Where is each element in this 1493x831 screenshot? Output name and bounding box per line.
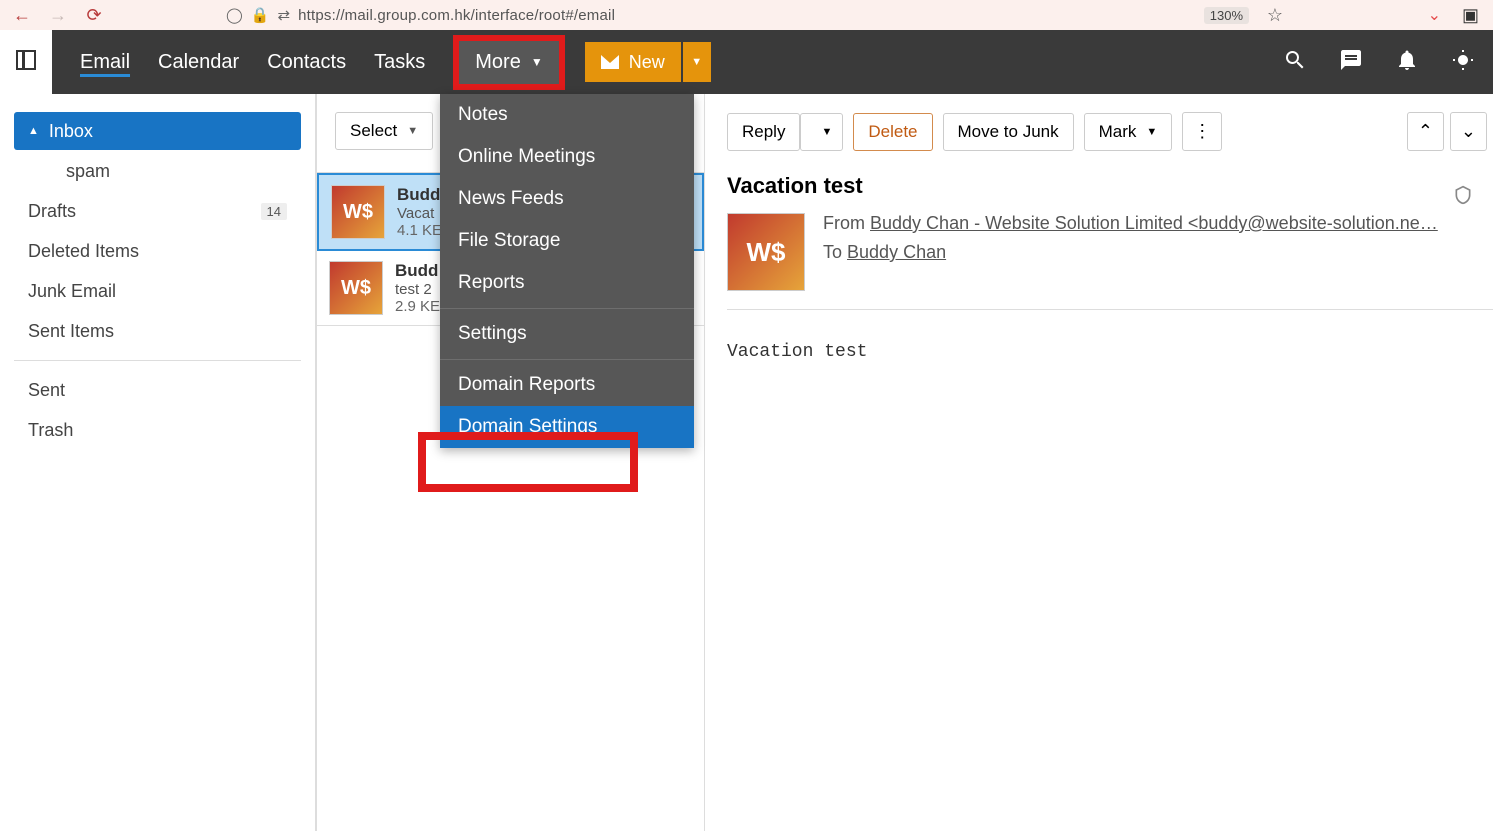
from-label: From (823, 213, 865, 233)
folder-label: spam (66, 161, 110, 182)
list-subject: test 2 (395, 281, 440, 298)
reply-button[interactable]: Reply (727, 113, 800, 151)
bell-icon[interactable] (1395, 48, 1419, 77)
more-dropdown: Notes Online Meetings News Feeds File St… (440, 94, 694, 448)
more-actions-button[interactable]: ⋮ (1182, 112, 1222, 151)
message-toolbar: Reply ▼ Delete Move to Junk Mark▼ ⋮ ⌃ ⌄ (727, 112, 1493, 151)
to-label: To (823, 242, 842, 262)
address-bar[interactable]: ◯ 🔒 ⇄ https://mail.group.com.hk/interfac… (226, 6, 615, 24)
folder-count: 14 (261, 203, 287, 220)
shield-icon: ◯ (226, 6, 243, 24)
folder-sidebar: ▲ Inbox spam Drafts 14 Deleted Items Jun… (0, 94, 315, 831)
folder-label: Drafts (28, 201, 76, 222)
permissions-icon: ⇄ (277, 6, 290, 24)
envelope-icon (601, 55, 619, 69)
list-from: Budd (395, 261, 440, 281)
caret-down-icon: ▼ (821, 126, 832, 138)
list-size: 2.9 KE (395, 298, 440, 315)
folder-drafts[interactable]: Drafts 14 (14, 192, 301, 230)
folder-junk[interactable]: Junk Email (14, 272, 301, 310)
select-button[interactable]: Select ▼ (335, 112, 433, 150)
header-icons (1283, 48, 1475, 77)
menu-separator (440, 308, 694, 309)
menu-file-storage[interactable]: File Storage (440, 220, 694, 262)
list-size: 4.1 KE (397, 222, 442, 239)
security-shield-icon[interactable] (1453, 184, 1473, 211)
reload-button[interactable]: ⟳ (82, 3, 106, 27)
main-columns: ▲ Inbox spam Drafts 14 Deleted Items Jun… (0, 94, 1493, 831)
browser-toolbar: ← → ⟳ ◯ 🔒 ⇄ https://mail.group.com.hk/in… (0, 0, 1493, 30)
caret-down-icon: ▼ (1146, 126, 1157, 138)
menu-news-feeds[interactable]: News Feeds (440, 178, 694, 220)
avatar: W$ (329, 261, 383, 315)
nav-contacts[interactable]: Contacts (267, 51, 346, 74)
folder-label: Junk Email (28, 281, 116, 302)
lock-icon: 🔒 (251, 6, 270, 24)
new-button-group: New ▼ (585, 42, 711, 82)
folder-label: Sent Items (28, 321, 114, 342)
menu-separator (440, 359, 694, 360)
divider (14, 360, 301, 361)
folder-deleted[interactable]: Deleted Items (14, 232, 301, 270)
bookmark-icon[interactable]: ☆ (1267, 5, 1283, 26)
menu-reports[interactable]: Reports (440, 262, 694, 304)
new-dropdown[interactable]: ▼ (683, 42, 711, 82)
app-header: Email Calendar Contacts Tasks More ▼ New… (52, 30, 1493, 94)
theme-icon[interactable] (1451, 48, 1475, 77)
folder-trash[interactable]: Trash (14, 411, 301, 449)
message-header: W$ From Buddy Chan - Website Solution Li… (727, 213, 1493, 310)
back-button[interactable]: ← (10, 3, 34, 27)
reply-dropdown[interactable]: ▼ (800, 113, 843, 151)
from-link[interactable]: Buddy Chan - Website Solution Limited <b… (870, 213, 1438, 233)
message-body: Vacation test (727, 342, 1493, 362)
folder-inbox[interactable]: ▲ Inbox (14, 112, 301, 150)
menu-domain-settings[interactable]: Domain Settings (440, 406, 694, 448)
forward-button[interactable]: → (46, 3, 70, 27)
menu-online-meetings[interactable]: Online Meetings (440, 136, 694, 178)
menu-notes[interactable]: Notes (440, 94, 694, 136)
new-label: New (629, 52, 665, 73)
folder-spam[interactable]: spam (14, 152, 301, 190)
delete-button[interactable]: Delete (853, 113, 932, 151)
caret-down-icon: ▼ (531, 55, 543, 69)
new-button[interactable]: New (585, 42, 681, 82)
list-subject: Vacat (397, 205, 442, 222)
next-message-button[interactable]: ⌄ (1450, 112, 1487, 151)
caret-down-icon: ▼ (407, 125, 418, 137)
list-from: Budd (397, 185, 442, 205)
zoom-badge[interactable]: 130% (1204, 7, 1249, 24)
nav-calendar[interactable]: Calendar (158, 51, 239, 74)
folder-sent[interactable]: Sent (14, 371, 301, 409)
nav-more-label: More (475, 51, 521, 74)
toggle-sidebar[interactable] (0, 50, 52, 71)
select-label: Select (350, 121, 397, 141)
collapse-icon: ▲ (28, 125, 39, 137)
avatar: W$ (331, 185, 385, 239)
folder-label: Sent (28, 380, 65, 401)
folder-label: Deleted Items (28, 241, 139, 262)
to-link[interactable]: Buddy Chan (847, 242, 946, 262)
nav-more[interactable]: More ▼ (453, 35, 564, 90)
menu-domain-reports[interactable]: Domain Reports (440, 364, 694, 406)
url-text: https://mail.group.com.hk/interface/root… (298, 7, 615, 24)
panel-icon (16, 50, 36, 70)
menu-settings[interactable]: Settings (440, 313, 694, 355)
move-junk-button[interactable]: Move to Junk (943, 113, 1074, 151)
nav-email[interactable]: Email (80, 51, 130, 74)
extension-icon[interactable]: ▣ (1462, 5, 1479, 26)
folder-sent-items[interactable]: Sent Items (14, 312, 301, 350)
avatar: W$ (727, 213, 805, 291)
mark-button[interactable]: Mark▼ (1084, 113, 1173, 151)
folder-label: Inbox (49, 121, 93, 142)
prev-message-button[interactable]: ⌃ (1407, 112, 1444, 151)
chat-icon[interactable] (1339, 48, 1363, 77)
search-icon[interactable] (1283, 48, 1307, 77)
nav-tasks[interactable]: Tasks (374, 51, 425, 74)
folder-label: Trash (28, 420, 73, 441)
pocket-icon[interactable]: ⌄ (1428, 5, 1441, 25)
message-subject: Vacation test (727, 173, 1493, 199)
reading-pane: Reply ▼ Delete Move to Junk Mark▼ ⋮ ⌃ ⌄ … (705, 94, 1493, 831)
